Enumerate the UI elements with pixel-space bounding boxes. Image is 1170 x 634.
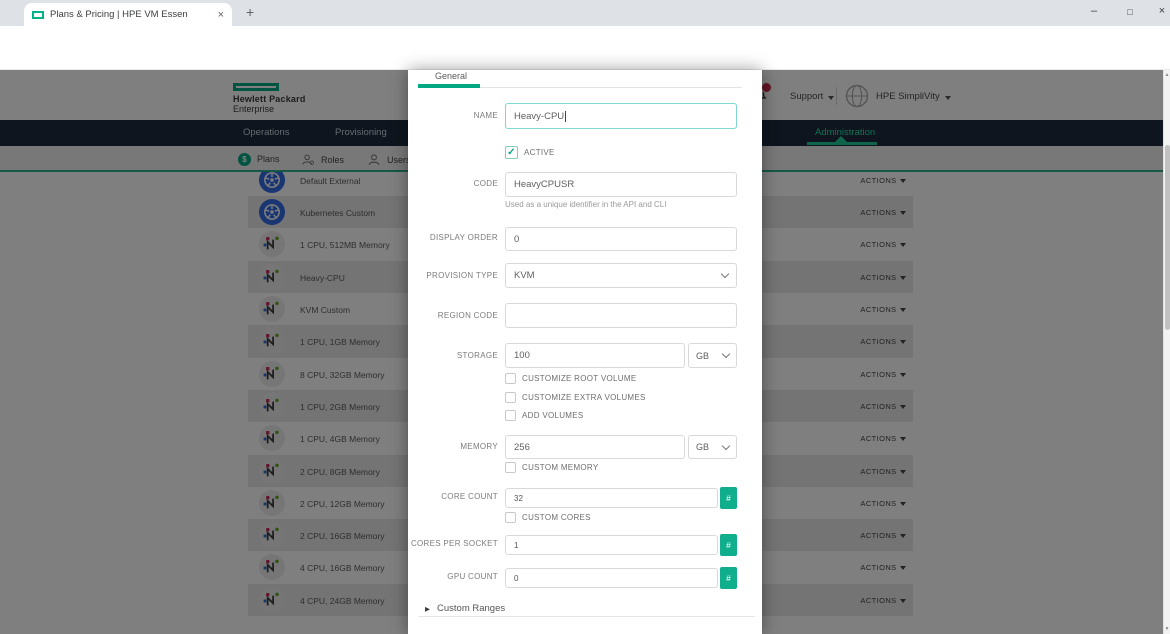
storage-label: STORAGE bbox=[408, 351, 498, 360]
memory-unit-value: GB bbox=[696, 442, 709, 452]
checkbox-label: CUSTOMIZE EXTRA VOLUMES bbox=[522, 393, 646, 402]
add-volumes-checkbox[interactable]: ADD VOLUMES bbox=[505, 410, 584, 421]
checkbox-icon[interactable] bbox=[505, 373, 516, 384]
chevron-down-icon bbox=[722, 350, 730, 358]
name-input[interactable]: Heavy-CPU bbox=[505, 103, 737, 129]
core-count-number-button[interactable]: # bbox=[720, 487, 737, 509]
memory-input[interactable]: 256 bbox=[505, 435, 685, 459]
code-value: HeavyCPUSR bbox=[514, 179, 574, 190]
region-code-input[interactable] bbox=[505, 303, 737, 328]
custom-cores-checkbox[interactable]: CUSTOM CORES bbox=[505, 512, 591, 523]
active-tab-bar bbox=[418, 84, 480, 88]
new-tab-button[interactable]: + bbox=[246, 4, 254, 20]
name-value: Heavy-CPU bbox=[514, 111, 564, 122]
browser-tab[interactable]: Plans & Pricing | HPE VM Essen × bbox=[24, 3, 232, 26]
scroll-up-arrow-icon[interactable]: ▲ bbox=[1164, 72, 1170, 78]
page-scrollbar[interactable]: ▲ ▼ bbox=[1163, 70, 1170, 634]
checkbox-icon[interactable] bbox=[505, 392, 516, 403]
expander-arrow-icon: ▶ bbox=[425, 605, 430, 613]
code-helper-text: Used as a unique identifier in the API a… bbox=[505, 200, 666, 209]
cores-per-socket-number-button[interactable]: # bbox=[720, 534, 737, 556]
region-code-label: REGION CODE bbox=[408, 311, 498, 320]
window-close-button[interactable]: × bbox=[1154, 5, 1170, 17]
custom-ranges-label: Custom Ranges bbox=[437, 603, 505, 614]
checkbox-label: CUSTOM CORES bbox=[522, 513, 591, 522]
checkbox-icon[interactable] bbox=[505, 512, 516, 523]
display-order-value: 0 bbox=[514, 234, 519, 245]
tab-title: Plans & Pricing | HPE VM Essen bbox=[50, 9, 212, 20]
checkbox-checked-icon[interactable]: ✓ bbox=[505, 146, 518, 159]
window-minimize-button[interactable]: – bbox=[1086, 5, 1102, 17]
custom-ranges-expander[interactable]: ▶ Custom Ranges bbox=[425, 603, 505, 614]
storage-value: 100 bbox=[514, 350, 530, 361]
memory-value: 256 bbox=[514, 442, 530, 453]
core-count-input[interactable]: 32 bbox=[505, 488, 718, 508]
checkbox-icon[interactable] bbox=[505, 462, 516, 473]
chevron-down-icon bbox=[721, 270, 729, 278]
hpe-favicon-icon bbox=[32, 11, 44, 19]
tab-close-icon[interactable]: × bbox=[218, 9, 224, 21]
storage-input[interactable]: 100 bbox=[505, 343, 685, 368]
core-count-label: CORE COUNT bbox=[408, 492, 498, 501]
provision-type-value: KVM bbox=[514, 270, 535, 281]
checkbox-label: CUSTOM MEMORY bbox=[522, 463, 599, 472]
chevron-down-icon bbox=[722, 441, 730, 449]
memory-label: MEMORY bbox=[408, 442, 498, 451]
scrollbar-thumb[interactable] bbox=[1165, 145, 1170, 330]
checkbox-icon[interactable] bbox=[505, 410, 516, 421]
display-order-label: DISPLAY ORDER bbox=[408, 233, 498, 242]
browser-window: Plans & Pricing | HPE VM Essen × + – □ ×… bbox=[0, 0, 1170, 634]
display-order-input[interactable]: 0 bbox=[505, 227, 737, 251]
name-label: NAME bbox=[408, 111, 498, 120]
storage-unit-value: GB bbox=[696, 351, 709, 361]
window-maximize-button[interactable]: □ bbox=[1122, 7, 1138, 17]
tab-strip: Plans & Pricing | HPE VM Essen × + – □ × bbox=[0, 0, 1170, 26]
gpu-count-label: GPU COUNT bbox=[408, 572, 498, 581]
cores-per-socket-value: 1 bbox=[514, 541, 518, 550]
checkbox-label: ADD VOLUMES bbox=[522, 411, 584, 420]
cores-per-socket-label: CORES PER SOCKET bbox=[408, 539, 498, 548]
customize-extra-volumes-checkbox[interactable]: CUSTOMIZE EXTRA VOLUMES bbox=[505, 392, 646, 403]
provision-type-select[interactable]: KVM bbox=[505, 263, 737, 288]
cores-per-socket-input[interactable]: 1 bbox=[505, 535, 718, 555]
active-checkbox[interactable]: ✓ ACTIVE bbox=[505, 146, 555, 159]
storage-unit-select[interactable]: GB bbox=[688, 343, 737, 368]
provision-type-label: PROVISION TYPE bbox=[408, 271, 498, 280]
service-plan-modal: General NAME Heavy-CPU ✓ ACTIVE CODE Hea… bbox=[408, 70, 762, 634]
expander-divider bbox=[418, 616, 755, 617]
text-cursor bbox=[565, 111, 566, 122]
core-count-value: 32 bbox=[514, 494, 523, 503]
customize-root-volume-checkbox[interactable]: CUSTOMIZE ROOT VOLUME bbox=[505, 373, 636, 384]
checkbox-label: CUSTOMIZE ROOT VOLUME bbox=[522, 374, 636, 383]
code-label: CODE bbox=[408, 179, 498, 188]
gpu-count-value: 0 bbox=[514, 574, 518, 583]
gpu-count-number-button[interactable]: # bbox=[720, 567, 737, 589]
bookmarks-bar: HPE VM Essentials bbox=[0, 50, 1170, 70]
scroll-down-arrow-icon[interactable]: ▼ bbox=[1164, 626, 1170, 632]
active-checkbox-label: ACTIVE bbox=[524, 148, 555, 157]
modal-tab-general[interactable]: General bbox=[435, 71, 467, 81]
gpu-count-input[interactable]: 0 bbox=[505, 568, 718, 588]
code-input[interactable]: HeavyCPUSR bbox=[505, 172, 737, 197]
custom-memory-checkbox[interactable]: CUSTOM MEMORY bbox=[505, 462, 599, 473]
memory-unit-select[interactable]: GB bbox=[688, 435, 737, 459]
browser-toolbar: ← → ↻ ! Not secure https://192.168.14.48… bbox=[0, 26, 1170, 50]
